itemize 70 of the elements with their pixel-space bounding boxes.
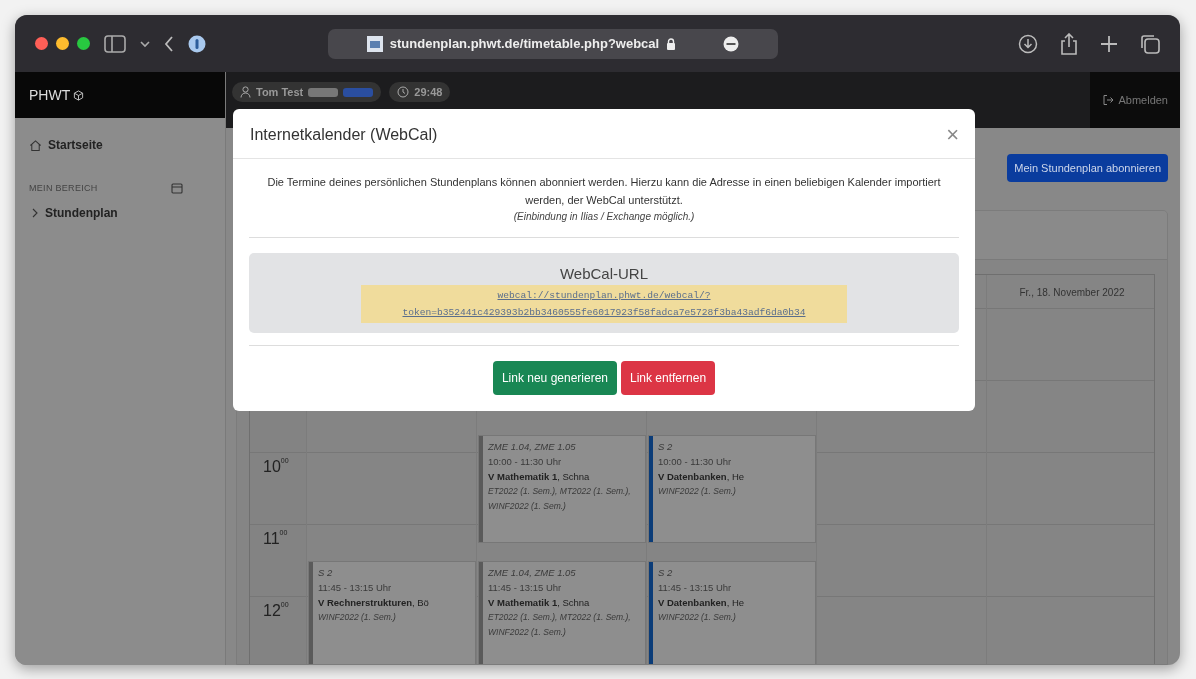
event-card[interactable]: S 2 11:45 - 13:15 Uhr V Datenbanken, He WINF2022 (1. Sem.)	[648, 561, 816, 664]
calendar-icon[interactable]	[171, 182, 183, 194]
event-card[interactable]: S 2 10:00 - 11:30 Uhr V Datenbanken, He WINF2022 (1. Sem.)	[648, 435, 816, 543]
event-title: V Mathematik 1, Schna	[488, 596, 591, 610]
address-bar[interactable]: stundenplan.phwt.de/timetable.php?webcal	[328, 28, 778, 59]
close-button[interactable]: ×	[942, 124, 959, 146]
share-icon[interactable]	[1060, 32, 1078, 55]
brand-name[interactable]: PHWT	[29, 87, 71, 103]
hour-label: 12$^{00}$	[262, 600, 290, 621]
url-heading: WebCal-URL	[559, 265, 649, 282]
event-groups: ET2022 (1. Sem.), MT2022 (1. Sem.), WINF2022 (1. Sem.)	[488, 610, 640, 640]
webcal-link[interactable]: webcal://stundenplan.phwt.de/webcal/?token=b352441c429393b2bb3460555fe6017923f58fadca7e5728f3ba43adf6da0b34	[369, 287, 839, 321]
event-groups: WINF2022 (1. Sem.)	[658, 484, 745, 499]
event-room: S 2	[318, 566, 334, 580]
event-card[interactable]: S 2 11:45 - 13:15 Uhr V Rechnerstrukturen, Bö WINF2022 (1. Sem.)	[308, 561, 476, 664]
lock-icon	[666, 37, 677, 50]
user-chip[interactable]: Tom Test	[232, 82, 382, 102]
logout-link[interactable]: Abmelden	[1090, 72, 1180, 128]
description-text: Die Termine deines persönlichen Stundenplans können abonniert werden. Hierzu kann die Adresse in einen beliebigen Kalender importiert werden, der WebCal unterstützt.	[266, 175, 942, 208]
clock-icon	[397, 86, 410, 98]
status-badge	[343, 87, 374, 97]
download-icon[interactable]	[1018, 33, 1038, 54]
event-groups: ET2022 (1. Sem.), MT2022 (1. Sem.), WINF2022 (1. Sem.)	[488, 484, 640, 514]
event-groups: WINF2022 (1. Sem.)	[318, 610, 429, 625]
role-badge	[308, 87, 339, 97]
sidebar-item[interactable]: Startseite	[29, 134, 211, 156]
dialog-title: Internetkalender (WebCal)	[250, 126, 438, 144]
event-time: 10:00 - 11:30 Uhr	[488, 455, 563, 469]
note-text: (Einbindung in Ilias / Exchange möglich.)	[512, 210, 696, 224]
event-room: ZME 1.04, ZME 1.05	[488, 566, 577, 580]
event-time: 10:00 - 11:30 Uhr	[658, 455, 733, 469]
zoom-window-icon[interactable]	[77, 37, 90, 50]
tabs-overview-icon[interactable]	[1140, 33, 1160, 54]
event-room: ZME 1.04, ZME 1.05	[488, 440, 577, 454]
session-timer: 29:48	[389, 82, 451, 102]
home-icon	[29, 138, 42, 152]
user-name: Tom Test	[256, 86, 304, 98]
event-time: 11:45 - 13:15 Uhr	[658, 581, 733, 595]
sidebar-icon[interactable]	[104, 34, 126, 53]
favicon-icon	[366, 35, 383, 52]
event-time: 11:45 - 13:15 Uhr	[318, 581, 393, 595]
cube-icon	[73, 89, 85, 101]
subscribe-button[interactable]: Mein Stundenplan abonnieren	[1007, 154, 1168, 182]
url-text: stundenplan.phwt.de/timetable.php?webcal	[389, 36, 660, 51]
block-icon[interactable]	[723, 35, 740, 52]
event-title: V Datenbanken, He	[658, 596, 745, 610]
close-window-icon[interactable]	[35, 37, 48, 50]
event-title: V Datenbanken, He	[658, 470, 745, 484]
event-groups: WINF2022 (1. Sem.)	[658, 610, 745, 625]
day-header: Fr., 18. November 2022	[1019, 286, 1125, 298]
action-button[interactable]: Link entfernen	[621, 361, 716, 395]
chevron-down-icon[interactable]	[140, 39, 150, 48]
new-tab-icon[interactable]	[1100, 34, 1118, 53]
user-icon	[240, 86, 251, 98]
minimize-window-icon[interactable]	[56, 37, 69, 50]
back-icon[interactable]	[164, 35, 174, 52]
event-card[interactable]: ZME 1.04, ZME 1.05 11:45 - 13:15 Uhr V Mathematik 1, Schna ET2022 (1. Sem.), MT2022 (1. Sem.), WINF2022 (1. Sem.)	[478, 561, 646, 664]
event-title: V Mathematik 1, Schna	[488, 470, 591, 484]
logout-icon	[1102, 94, 1115, 106]
event-time: 11:45 - 13:15 Uhr	[488, 581, 563, 595]
action-button[interactable]: Link neu generieren	[492, 361, 617, 395]
event-room: S 2	[658, 440, 674, 454]
hour-label: 10$^{00}$	[262, 456, 290, 477]
hour-label: 11$^{00}$	[262, 528, 289, 549]
section-heading: MEIN BEREICH	[29, 183, 98, 193]
event-title: V Rechnerstrukturen, Bö	[318, 596, 429, 610]
shield-icon[interactable]	[188, 34, 206, 53]
event-room: S 2	[658, 566, 674, 580]
sidebar-item[interactable]: Stundenplan	[29, 202, 211, 224]
event-card[interactable]: ZME 1.04, ZME 1.05 10:00 - 11:30 Uhr V Mathematik 1, Schna ET2022 (1. Sem.), MT2022 (1. Sem.), WINF2022 (1. Sem.)	[478, 435, 646, 543]
